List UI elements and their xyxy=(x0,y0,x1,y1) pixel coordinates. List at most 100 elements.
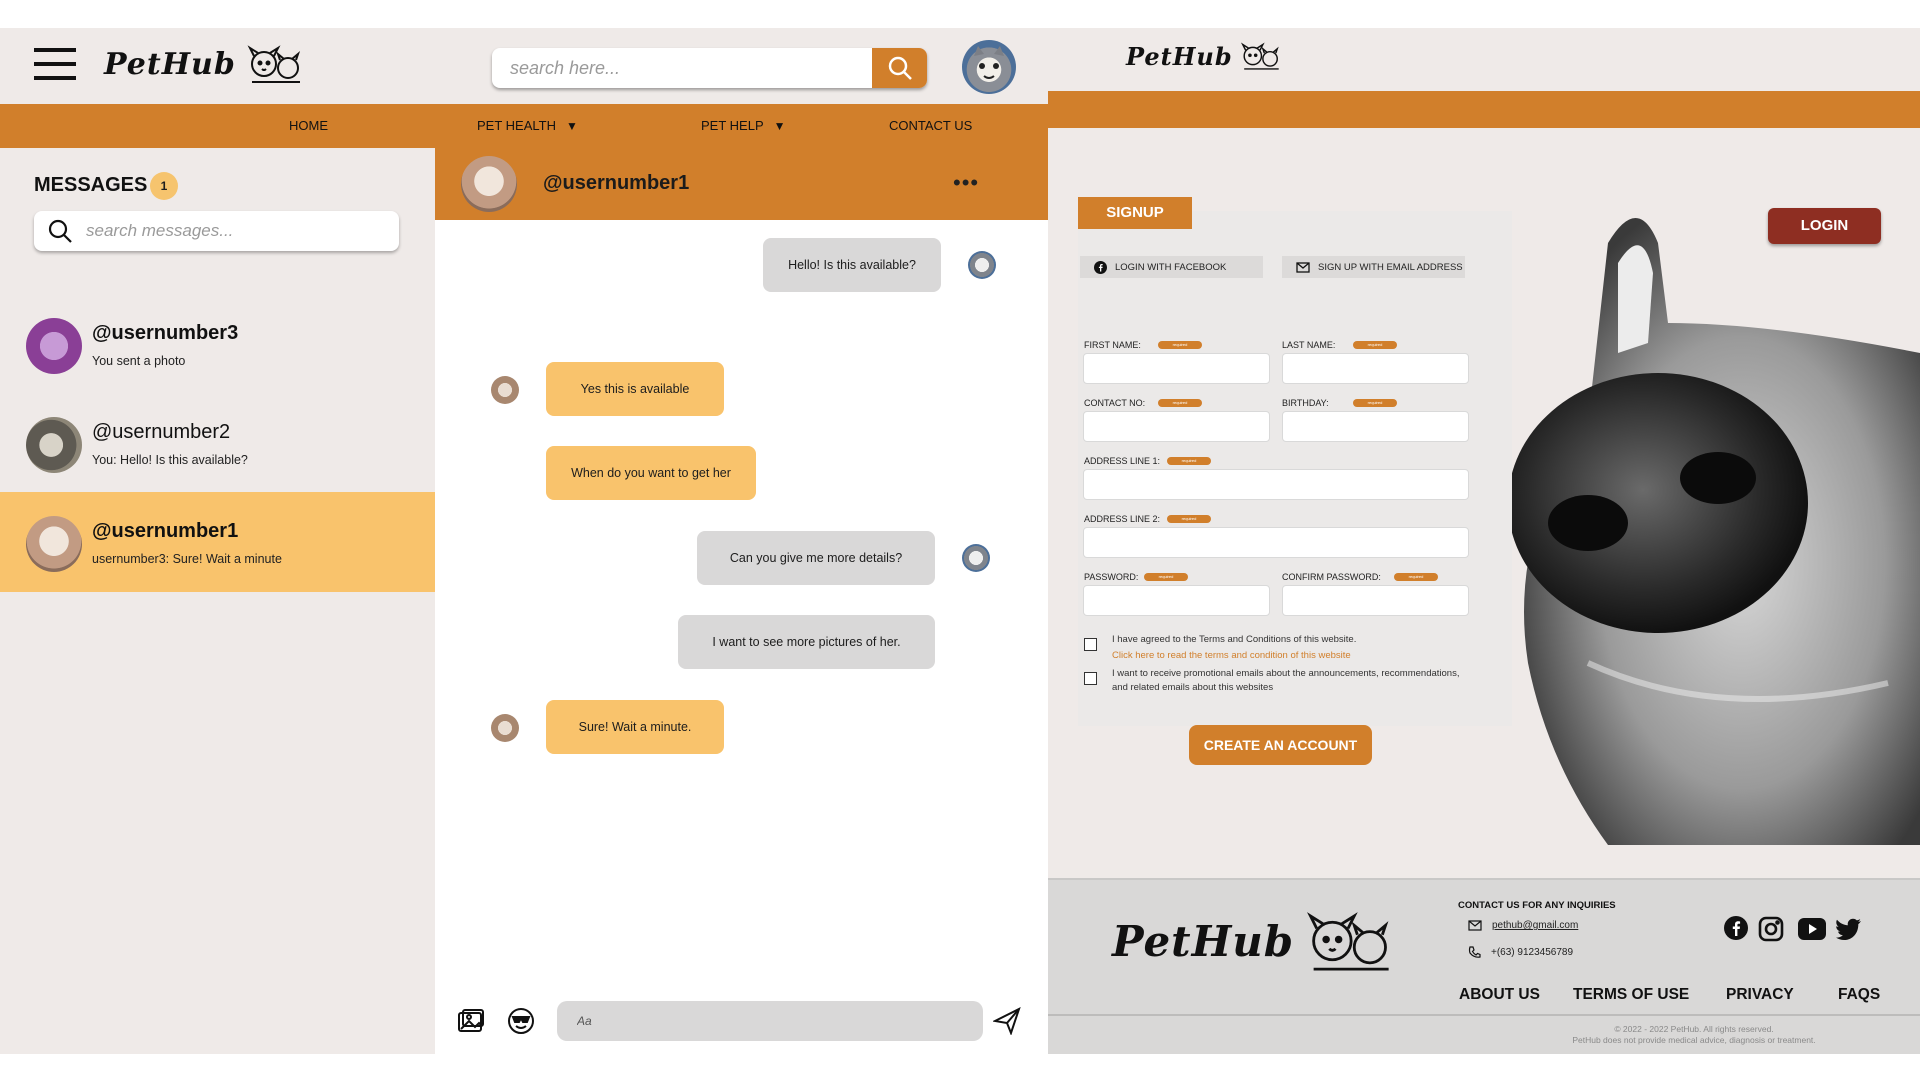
birthday-input[interactable] xyxy=(1283,412,1468,441)
nav-contact-us[interactable]: CONTACT US xyxy=(889,104,972,148)
dropdown-arrow-icon: ▼ xyxy=(565,119,578,133)
copyright: © 2022 - 2022 PetHub. All rights reserve… xyxy=(1048,1024,1920,1046)
login-button[interactable]: LOGIN xyxy=(1768,208,1881,244)
required-tag: required xyxy=(1353,341,1397,349)
dropdown-arrow-icon: ▼ xyxy=(773,119,786,133)
facebook-button-label: LOGIN WITH FACEBOOK xyxy=(1115,261,1227,273)
terms-checkbox[interactable] xyxy=(1084,638,1097,651)
birthday-field xyxy=(1282,411,1469,442)
footer-link-faqs[interactable]: FAQS xyxy=(1838,986,1880,1004)
login-with-facebook-button[interactable]: LOGIN WITH FACEBOOK xyxy=(1080,256,1263,278)
dog-cat-logo-icon xyxy=(242,44,306,84)
nav-pet-help[interactable]: PET HELP ▼ xyxy=(701,104,786,148)
conversation-item[interactable]: @usernumber3 You sent a photo xyxy=(0,294,435,394)
message-composer xyxy=(435,991,1048,1054)
instagram-icon[interactable] xyxy=(1758,916,1784,942)
envelope-icon xyxy=(1468,920,1482,931)
user-avatar[interactable] xyxy=(962,40,1016,94)
facebook-icon xyxy=(1094,260,1107,274)
nav-pet-health-label: PET HEALTH xyxy=(477,118,556,133)
address-line-2-field xyxy=(1083,527,1469,558)
phone-icon xyxy=(1468,946,1481,959)
confirm-password-field xyxy=(1282,585,1469,616)
image-upload-icon[interactable] xyxy=(457,1009,485,1035)
youtube-icon[interactable] xyxy=(1798,918,1826,940)
avatar xyxy=(26,417,82,473)
footer-logo[interactable]: PetHub xyxy=(1112,908,1398,974)
terms-link[interactable]: Click here to read the terms and conditi… xyxy=(1112,650,1351,661)
contact-no-input[interactable] xyxy=(1084,412,1269,441)
twitter-icon[interactable] xyxy=(1836,918,1862,940)
first-name-field xyxy=(1083,353,1270,384)
confirm-password-label: CONFIRM PASSWORD: xyxy=(1282,572,1381,582)
dog-cat-logo-icon xyxy=(1237,40,1283,72)
footer-link-privacy[interactable]: PRIVACY xyxy=(1726,986,1794,1004)
global-search-input[interactable] xyxy=(492,48,862,88)
password-field xyxy=(1083,585,1270,616)
chat-header: @usernumber1 ••• xyxy=(435,148,1048,220)
confirm-password-input[interactable] xyxy=(1283,586,1468,615)
conversation-preview: usernumber3: Sure! Wait a minute xyxy=(92,552,282,566)
divider xyxy=(1048,1014,1920,1016)
nav-contact-us-label: CONTACT US xyxy=(889,118,973,133)
logo-text: PetHub xyxy=(1126,41,1233,71)
dog-cat-logo-icon xyxy=(1298,908,1398,974)
password-input[interactable] xyxy=(1084,586,1269,615)
message-bubble-received: When do you want to get her xyxy=(546,446,756,500)
message-bubble-received: Sure! Wait a minute. xyxy=(546,700,724,754)
signup-tab[interactable]: SIGNUP xyxy=(1078,197,1192,229)
address-line-1-field xyxy=(1083,469,1469,500)
main-nav: HOME PET HEALTH ▼ PET HELP ▼ CONTACT US xyxy=(0,104,1048,148)
sign-up-email-button[interactable]: SIGN UP WITH EMAIL ADDRESS xyxy=(1282,256,1465,278)
hamburger-icon[interactable] xyxy=(34,46,76,82)
address-line-2-input[interactable] xyxy=(1084,528,1468,557)
address-line-1-input[interactable] xyxy=(1084,470,1468,499)
emoji-icon[interactable] xyxy=(507,1007,535,1035)
promo-emails-checkbox[interactable] xyxy=(1084,672,1097,685)
logo-text: PetHub xyxy=(104,46,236,82)
nav-home[interactable]: HOME xyxy=(289,104,328,148)
footer-link-about-us[interactable]: ABOUT US xyxy=(1459,986,1540,1004)
message-bubble-sent: I want to see more pictures of her. xyxy=(678,615,935,669)
last-name-input[interactable] xyxy=(1283,354,1468,383)
copyright-line-1: © 2022 - 2022 PetHub. All rights reserve… xyxy=(1614,1024,1774,1034)
contact-phone: +(63) 9123456789 xyxy=(1491,947,1574,958)
conversation-item-active[interactable]: @usernumber1 usernumber3: Sure! Wait a m… xyxy=(0,492,435,592)
divider xyxy=(1048,878,1920,880)
pethub-logo[interactable]: PetHub xyxy=(1126,40,1283,72)
signup-page-window: PetHub SIGNUP LOGIN LOGIN WITH FACEBOOK … xyxy=(1048,28,1920,1054)
search-icon xyxy=(886,54,914,82)
search-button[interactable] xyxy=(872,48,927,88)
pethub-logo[interactable]: PetHub xyxy=(104,44,306,84)
promo-text-line-2: and related emails about this websites xyxy=(1112,682,1274,693)
nav-pet-help-label: PET HELP xyxy=(701,118,764,133)
conversation-name: @usernumber2 xyxy=(92,421,231,443)
password-label: PASSWORD: xyxy=(1084,572,1139,582)
message-input-field xyxy=(557,1001,983,1041)
required-tag: required xyxy=(1167,515,1211,523)
send-icon[interactable] xyxy=(993,1007,1021,1035)
conversation-preview: You sent a photo xyxy=(92,354,186,368)
nav-pet-health[interactable]: PET HEALTH ▼ xyxy=(477,104,578,148)
top-bar: PetHub xyxy=(0,28,1048,104)
create-account-button[interactable]: CREATE AN ACCOUNT xyxy=(1189,725,1372,765)
contact-email[interactable]: pethub@gmail.com xyxy=(1492,920,1578,931)
more-options-icon[interactable]: ••• xyxy=(953,170,979,196)
footer: PetHub CONTACT US FOR ANY INQUIRIES peth… xyxy=(1048,878,1920,1054)
chat-app-window: PetHub HOME PET HEALTH ▼ PET HELP ▼ CONTAC… xyxy=(0,28,1048,1054)
message-input[interactable] xyxy=(557,1001,957,1041)
first-name-label: FIRST NAME: xyxy=(1084,340,1141,350)
message-search-input[interactable] xyxy=(86,211,386,251)
last-name-label: LAST NAME: xyxy=(1282,340,1336,350)
unread-badge: 1 xyxy=(150,172,178,200)
avatar xyxy=(26,516,82,572)
contact-email-row: pethub@gmail.com xyxy=(1468,920,1578,931)
conversation-preview: You: Hello! Is this available? xyxy=(92,453,248,467)
avatar xyxy=(26,318,82,374)
footer-link-terms-of-use[interactable]: TERMS OF USE xyxy=(1573,986,1689,1004)
conversation-item[interactable]: @usernumber2 You: Hello! Is this availab… xyxy=(0,393,435,493)
required-tag: required xyxy=(1144,573,1188,581)
first-name-input[interactable] xyxy=(1084,354,1269,383)
facebook-icon[interactable] xyxy=(1724,916,1748,940)
avatar[interactable] xyxy=(461,156,517,212)
